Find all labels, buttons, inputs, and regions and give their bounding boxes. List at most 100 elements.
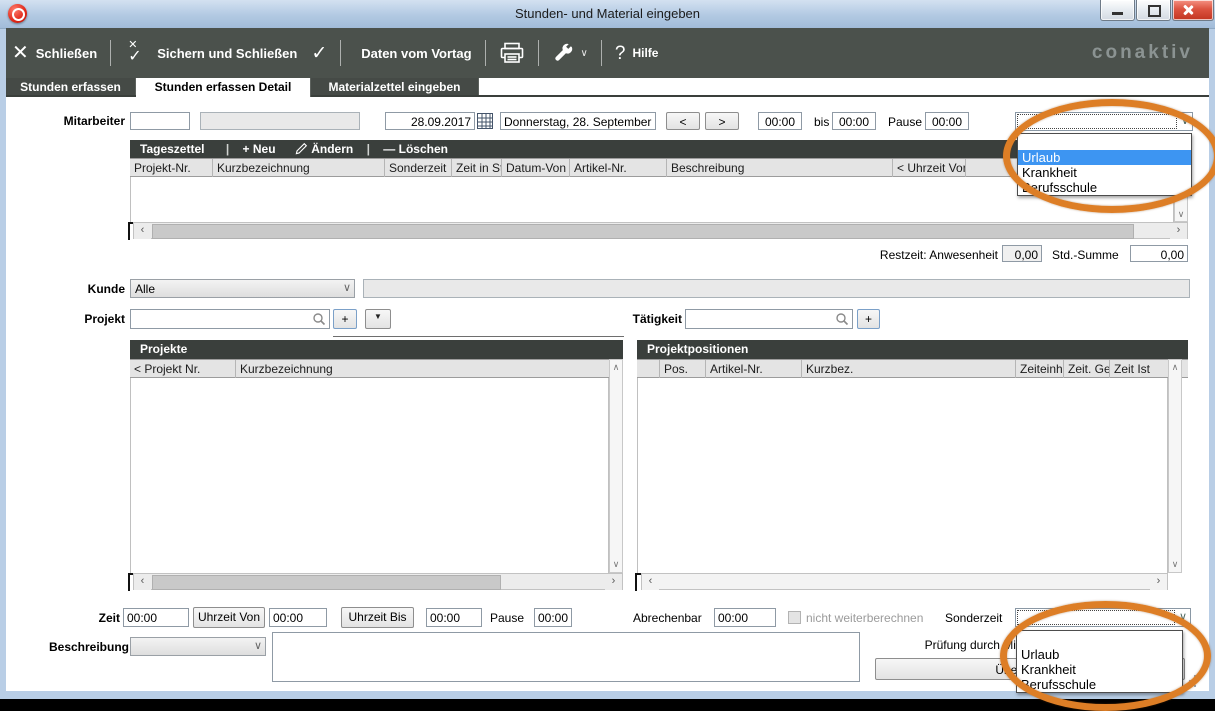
- previous-day-button[interactable]: <: [666, 112, 700, 130]
- dropdown-option-empty[interactable]: [1018, 134, 1191, 150]
- calendar-button[interactable]: [477, 113, 493, 129]
- close-button[interactable]: [1172, 0, 1214, 21]
- help-button[interactable]: ? Hilfe: [615, 44, 659, 63]
- pause-input[interactable]: 00:00: [925, 112, 969, 130]
- scroll-left-icon[interactable]: ‹: [134, 223, 151, 239]
- sonderzeit-label: Sonderzeit: [945, 611, 1002, 625]
- toolbar: ✕ Schließen ✕ ✓ Sichern und Schließen ✓ …: [6, 28, 1209, 78]
- print-button[interactable]: [499, 42, 525, 64]
- mitarbeiter-id-input[interactable]: [130, 112, 190, 130]
- positionen-horizontal-scrollbar[interactable]: ‹ ›: [641, 573, 1168, 590]
- neu-button[interactable]: + Neu: [243, 142, 279, 156]
- tab-materialzettel[interactable]: Materialzettel eingeben: [311, 78, 479, 95]
- scroll-right-icon[interactable]: ›: [1170, 223, 1187, 239]
- nicht-weiterberechnen-checkbox[interactable]: [788, 611, 801, 624]
- resize-grip[interactable]: [1186, 677, 1196, 687]
- uhrzeit-bis-input[interactable]: 00:00: [426, 608, 482, 627]
- time-from-input[interactable]: 00:00: [758, 112, 802, 130]
- sonderzeit-combobox[interactable]: ∨: [1015, 112, 1193, 131]
- abrechenbar-input[interactable]: 00:00: [714, 608, 776, 627]
- scrollbar-thumb[interactable]: [152, 575, 501, 590]
- col-projekt-nr-sort[interactable]: < Projekt Nr.: [130, 360, 236, 378]
- date-input[interactable]: 28.09.2017: [385, 112, 475, 130]
- col-kurzbez[interactable]: Kurzbez.: [802, 360, 1016, 378]
- kunde-name-field: [363, 279, 1190, 298]
- col-zeit-ge[interactable]: Zeit. Ge: [1064, 360, 1110, 378]
- projekt-search-input[interactable]: [130, 309, 330, 329]
- toolbar-separator: [110, 40, 111, 66]
- scroll-right-icon[interactable]: ›: [1150, 574, 1167, 590]
- nicht-weiterberechnen-label: nicht weiterberechnen: [806, 611, 923, 625]
- sonderzeit-bottom-combobox[interactable]: ∨: [1015, 608, 1191, 627]
- weekday-date-field[interactable]: Donnerstag, 28. September: [500, 112, 656, 130]
- focus-rect: [1018, 115, 1176, 128]
- positionen-table-body[interactable]: [637, 378, 1168, 573]
- tab-stunden-erfassen[interactable]: Stunden erfassen: [6, 78, 136, 95]
- taetigkeit-add-button[interactable]: +: [857, 309, 880, 329]
- scroll-left-icon[interactable]: ‹: [642, 574, 659, 590]
- projekte-vertical-scrollbar[interactable]: ∧ ∨: [609, 359, 623, 573]
- aendern-button[interactable]: Ändern: [295, 142, 357, 156]
- col-kurzbezeichnung[interactable]: Kurzbezeichnung: [213, 159, 385, 177]
- minimize-button[interactable]: [1100, 0, 1135, 21]
- dropdown-option-krankheit[interactable]: Krankheit: [1018, 165, 1191, 180]
- help-icon: ?: [615, 44, 626, 63]
- col-datum-von[interactable]: Datum-Von: [502, 159, 570, 177]
- dropdown-option-urlaub[interactable]: Urlaub: [1018, 150, 1191, 165]
- projekt-add-button[interactable]: +: [333, 309, 357, 329]
- positionen-vertical-scrollbar[interactable]: ∧ ∨: [1168, 359, 1182, 573]
- time-to-input[interactable]: 00:00: [832, 112, 876, 130]
- projekte-table-body[interactable]: [130, 378, 609, 573]
- next-day-button[interactable]: >: [705, 112, 739, 130]
- scroll-right-icon[interactable]: ›: [605, 574, 622, 590]
- taetigkeit-search-input[interactable]: [685, 309, 853, 329]
- dropdown-option-berufsschule[interactable]: Berufsschule: [1017, 677, 1182, 692]
- col-kurzbezeichnung[interactable]: Kurzbezeichnung: [236, 360, 609, 378]
- toolbar-save-close-button[interactable]: ✕ ✓ Sichern und Schließen ✓: [124, 40, 327, 66]
- scrollbar-thumb[interactable]: [152, 224, 1134, 239]
- col-zeit-ist[interactable]: Zeit Ist: [1110, 360, 1168, 378]
- dropdown-option-empty[interactable]: [1017, 631, 1182, 647]
- scroll-up-icon[interactable]: ∧: [1169, 362, 1181, 373]
- zeit-label: Zeit: [70, 611, 120, 625]
- tageszettel-horizontal-scrollbar[interactable]: ‹ ›: [133, 222, 1188, 239]
- scroll-left-icon[interactable]: ‹: [134, 574, 151, 590]
- col-uhrzeit-von[interactable]: < Uhrzeit Von: [893, 159, 966, 177]
- beschreibung-textarea[interactable]: [272, 632, 860, 682]
- dropdown-option-berufsschule[interactable]: Berufsschule: [1018, 180, 1191, 195]
- uhrzeit-von-button[interactable]: Uhrzeit Von: [193, 607, 265, 628]
- dropdown-option-krankheit[interactable]: Krankheit: [1017, 662, 1182, 677]
- std-summe-value: 0,00: [1130, 245, 1188, 262]
- tools-menu-button[interactable]: ∨: [552, 41, 588, 65]
- projekte-panel-header: Projekte: [130, 340, 623, 359]
- maximize-icon: [1148, 5, 1161, 17]
- pause-input[interactable]: 00:00: [534, 608, 572, 627]
- tab-stunden-erfassen-detail[interactable]: Stunden erfassen Detail: [136, 78, 311, 97]
- toolbar-previous-day-button[interactable]: Daten vom Vortag: [354, 46, 471, 61]
- col-sonderzeit[interactable]: Sonderzeit: [385, 159, 452, 177]
- titlebar[interactable]: Stunden- und Material eingeben: [0, 0, 1215, 29]
- loeschen-button[interactable]: — Löschen: [383, 142, 448, 156]
- col-artikel-nr[interactable]: Artikel-Nr.: [706, 360, 802, 378]
- col-pos[interactable]: Pos.: [660, 360, 706, 378]
- beschreibung-preset-select[interactable]: ∨: [130, 637, 266, 656]
- maximize-button[interactable]: [1136, 0, 1171, 21]
- col-projekt-nr[interactable]: Projekt-Nr.: [130, 159, 213, 177]
- scroll-down-icon[interactable]: ∨: [610, 559, 622, 570]
- col-zeit-in-stunden[interactable]: Zeit in Stu: [452, 159, 502, 177]
- uhrzeit-von-input[interactable]: 00:00: [269, 608, 327, 627]
- col-artikel-nr[interactable]: Artikel-Nr.: [570, 159, 667, 177]
- col-zeiteinh[interactable]: Zeiteinh: [1016, 360, 1064, 378]
- projekte-horizontal-scrollbar[interactable]: ‹ ›: [133, 573, 623, 590]
- col-beschreibung[interactable]: Beschreibung: [667, 159, 893, 177]
- uhrzeit-bis-button[interactable]: Uhrzeit Bis: [341, 607, 414, 628]
- scroll-down-icon[interactable]: ∨: [1175, 209, 1187, 220]
- kunde-select[interactable]: Alle ∨: [130, 279, 355, 298]
- zeit-input[interactable]: 00:00: [123, 608, 189, 627]
- toolbar-close-button[interactable]: ✕ Schließen: [6, 43, 97, 63]
- projekt-dropdown-button[interactable]: ▼: [365, 309, 391, 329]
- scroll-up-icon[interactable]: ∧: [610, 362, 622, 373]
- scroll-down-icon[interactable]: ∨: [1169, 559, 1181, 570]
- dropdown-option-urlaub[interactable]: Urlaub: [1017, 647, 1182, 662]
- restzeit-label: Restzeit: Anwesenheit: [768, 248, 998, 262]
